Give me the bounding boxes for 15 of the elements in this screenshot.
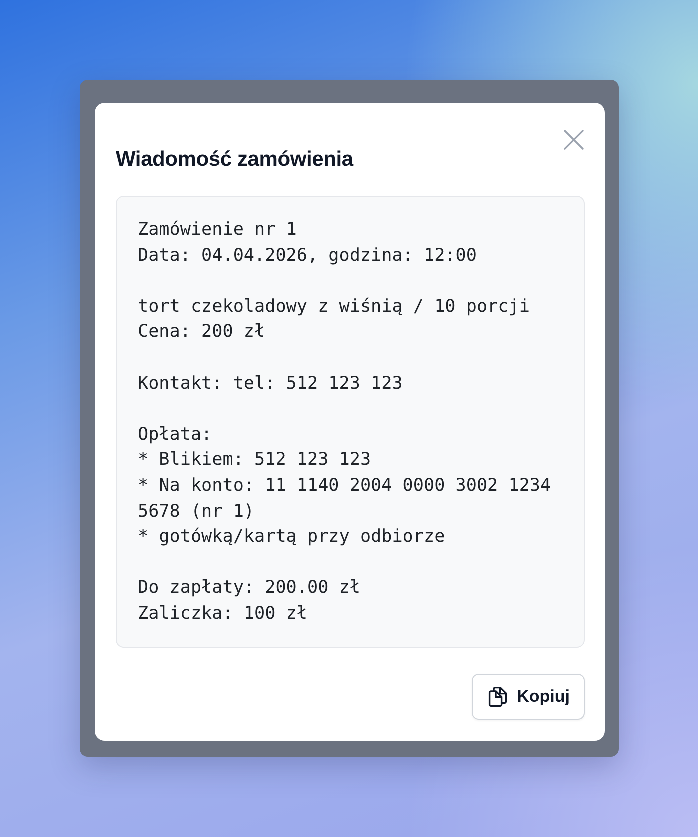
- message-line: * Blikiem: 512 123 123: [138, 449, 372, 472]
- copy-button[interactable]: Kopiuj: [472, 674, 585, 720]
- message-line: Zamówienie nr 1: [138, 219, 298, 242]
- message-line: Opłata:: [138, 424, 214, 447]
- message-line: Zaliczka: 100 zł: [138, 602, 308, 626]
- copy-icon: [487, 686, 510, 708]
- dialog-title: Wiadomość zamówienia: [116, 147, 354, 173]
- message-line: Cena: 200 zł: [138, 321, 266, 344]
- message-line: * gotówką/kartą przy odbiorze: [138, 526, 446, 550]
- message-line: Kontakt: tel: 512 123 123: [138, 372, 404, 396]
- close-icon: [563, 129, 585, 151]
- message-line: tort czekoladowy z wiśnią / 10 porcji: [138, 296, 531, 319]
- message-line: Do zapłaty: 200.00 zł: [138, 577, 362, 600]
- message-line: * Na konto: 11 1140 2004 0000 3002 1234 5678 (nr 1): [138, 474, 552, 524]
- message-line: Data: 04.04.2026, godzina: 12:00: [138, 244, 478, 268]
